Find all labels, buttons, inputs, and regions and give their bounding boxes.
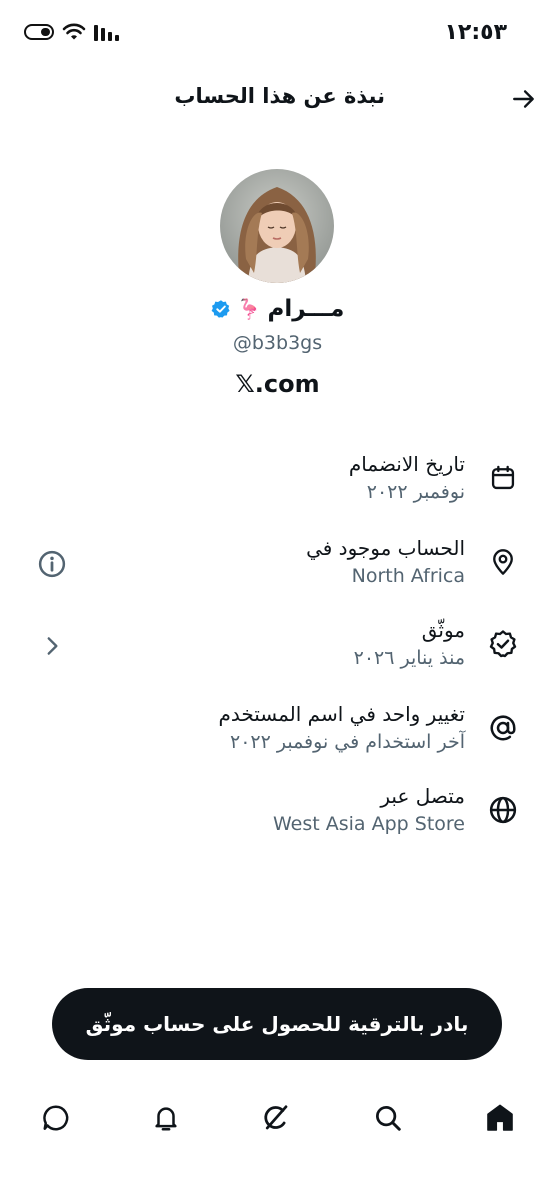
info-row-location: الحساب موجود في North Africa (0, 534, 555, 598)
nav-notifications[interactable] (144, 1096, 188, 1140)
info-value: North Africa (351, 565, 465, 587)
verified-details-button[interactable] (34, 628, 70, 664)
info-row-username-change: تغيير واحد في اسم المستخدم آخر استخدام ف… (0, 700, 555, 764)
flamingo-emoji: 🦩 (236, 297, 262, 321)
verified-badge-icon[interactable] (211, 299, 231, 319)
bell-icon (155, 1107, 177, 1131)
home-icon (487, 1104, 513, 1131)
info-row-verified[interactable]: موثّق منذ يناير ٢٠٢٦ (0, 616, 555, 680)
website-link[interactable]: 𝕏.com (0, 370, 555, 398)
nav-search[interactable] (366, 1096, 410, 1140)
info-text: متصل عبر West Asia App Store (273, 782, 465, 838)
globe-icon (487, 794, 519, 826)
upgrade-verified-button[interactable]: بادر بالترقية للحصول على حساب موثّق (52, 988, 502, 1060)
status-icons (24, 22, 120, 42)
location-pin-icon (487, 546, 519, 578)
signal-icon (94, 25, 119, 41)
nav-grok[interactable] (254, 1096, 298, 1140)
grok-icon (264, 1105, 288, 1130)
info-text: تغيير واحد في اسم المستخدم آخر استخدام ف… (218, 700, 465, 756)
wifi-icon (62, 23, 86, 40)
info-label: موثّق (421, 618, 465, 642)
info-value: West Asia App Store (273, 813, 465, 835)
calendar-icon (487, 462, 519, 494)
info-label: متصل عبر (380, 784, 465, 808)
info-row-connected-via: متصل عبر West Asia App Store (0, 782, 555, 846)
avatar[interactable] (220, 169, 334, 283)
handle: @b3b3gs (232, 332, 323, 354)
location-info-button[interactable] (34, 546, 70, 582)
search-icon (376, 1106, 401, 1131)
info-value: آخر استخدام في نوفمبر ٢٠٢٢ (229, 731, 465, 753)
info-value: نوفمبر ٢٠٢٢ (366, 481, 465, 503)
info-value: منذ يناير ٢٠٢٦ (353, 647, 465, 669)
arrow-right-icon (513, 90, 534, 108)
info-icon (38, 550, 66, 578)
page-title: نبذة عن هذا الحساب (174, 84, 385, 108)
info-label: الحساب موجود في (306, 536, 465, 560)
avatar-image (220, 169, 334, 283)
display-name-row: مـــرام 🦩 (0, 296, 555, 322)
nav-messages[interactable] (34, 1096, 78, 1140)
header: نبذة عن هذا الحساب (0, 76, 555, 122)
at-sign-icon (487, 712, 519, 744)
chevron-right-icon (47, 637, 58, 655)
status-time: ١٢:٥٣ (444, 20, 507, 45)
info-text: تاريخ الانضمام نوفمبر ٢٠٢٢ (349, 450, 465, 506)
info-label: تاريخ الانضمام (348, 452, 465, 476)
info-text: الحساب موجود في North Africa (306, 534, 465, 590)
bottom-nav (0, 1082, 555, 1152)
status-bar: ١٢:٥٣ (0, 0, 555, 70)
info-label: تغيير واحد في اسم المستخدم (218, 702, 465, 726)
nav-home[interactable] (478, 1096, 522, 1140)
battery-icon (24, 24, 54, 40)
message-icon (43, 1105, 69, 1131)
verified-badge-icon (487, 628, 519, 660)
info-row-join-date: تاريخ الانضمام نوفمبر ٢٠٢٢ (0, 450, 555, 514)
display-name: مـــرام (267, 296, 345, 322)
back-button[interactable] (507, 82, 541, 116)
info-text: موثّق منذ يناير ٢٠٢٦ (354, 616, 465, 672)
